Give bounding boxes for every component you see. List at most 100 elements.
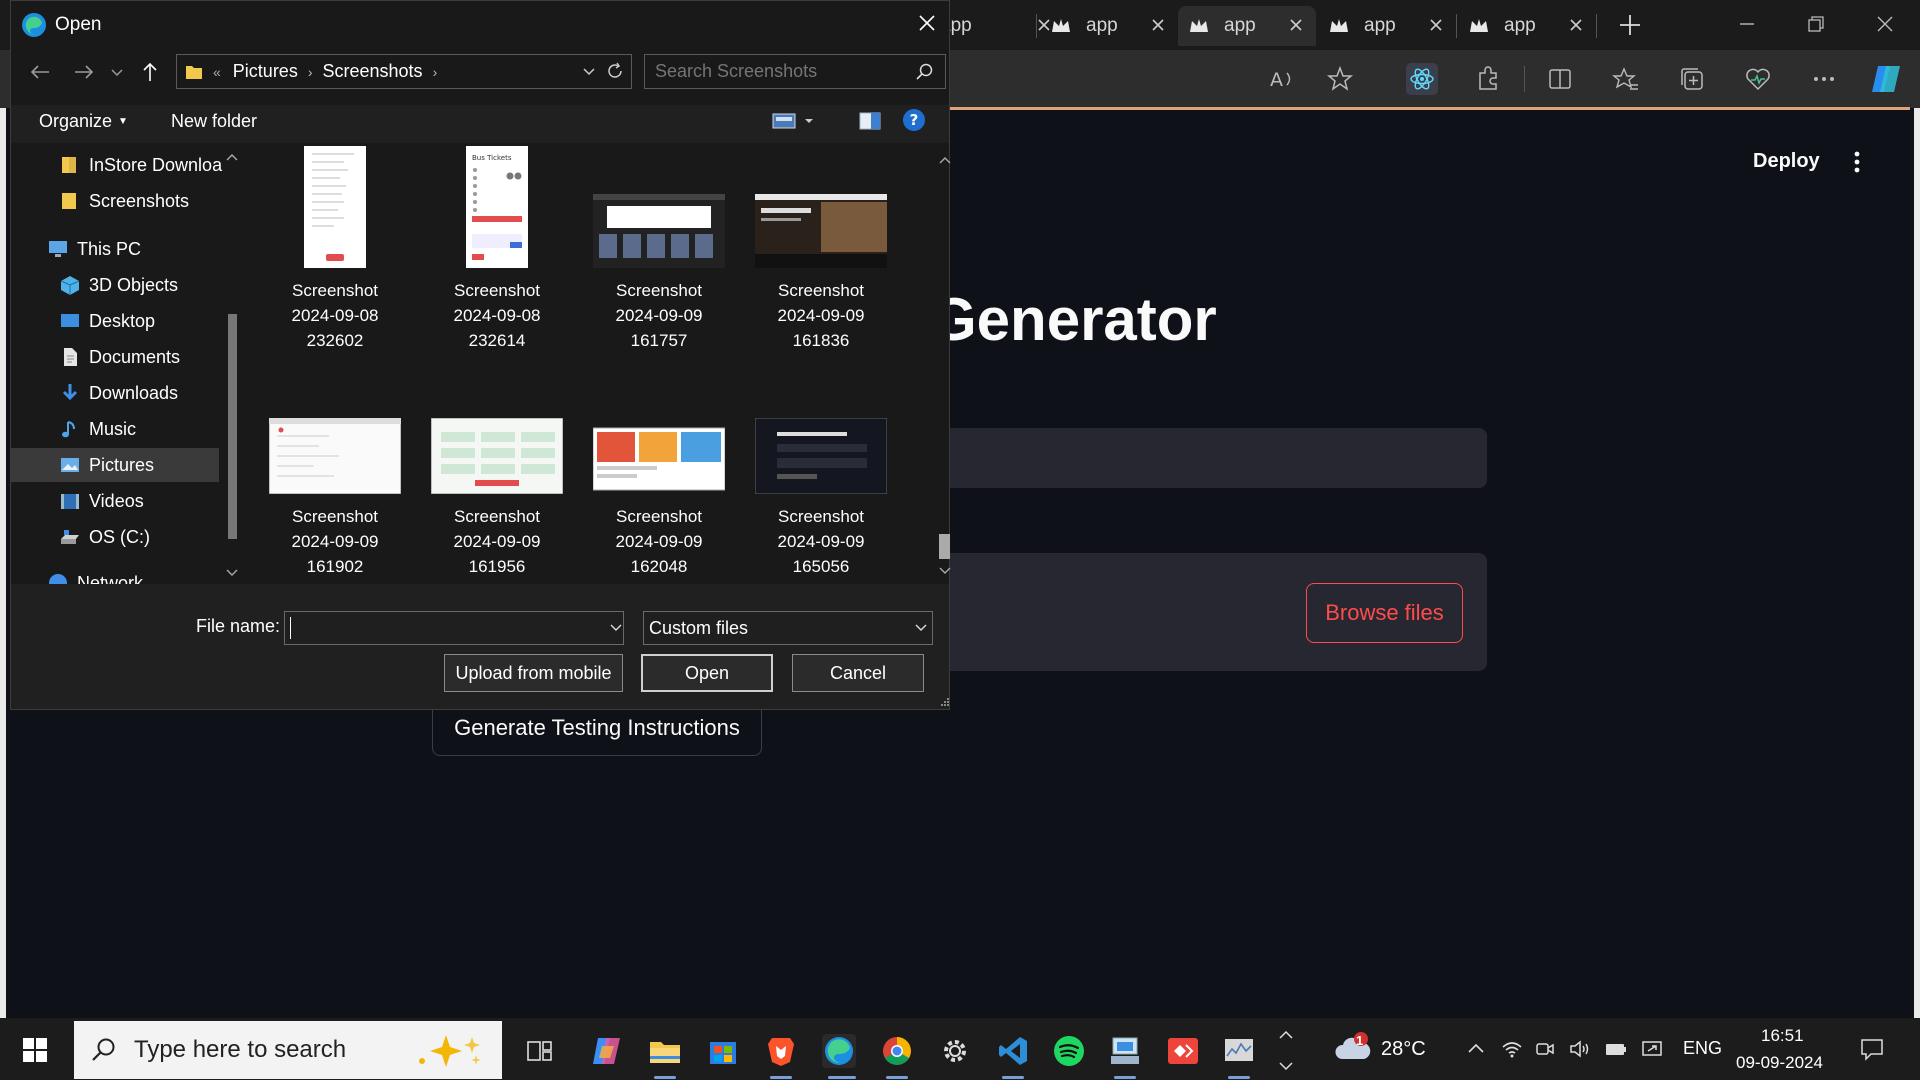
restore-icon[interactable] <box>1804 12 1828 36</box>
resize-grip-icon[interactable] <box>940 697 950 707</box>
edge-browser-icon[interactable] <box>822 1034 856 1068</box>
nav-item-documents[interactable]: Documents <box>59 340 180 374</box>
search-icon[interactable] <box>914 62 934 82</box>
search-input[interactable] <box>644 54 946 89</box>
clock-date[interactable]: 09-09-2024 <box>1736 1053 1823 1073</box>
nav-item-this-pc[interactable]: This PC <box>47 232 141 266</box>
refresh-icon[interactable] <box>605 61 625 81</box>
volume-icon[interactable] <box>1568 1037 1592 1061</box>
up-arrow-icon[interactable] <box>137 59 163 85</box>
spotify-icon[interactable] <box>1052 1034 1086 1068</box>
nav-item-3d-objects[interactable]: 3D Objects <box>59 268 178 302</box>
cancel-button[interactable]: Cancel <box>792 654 924 692</box>
nav-item-network[interactable]: Network <box>47 566 143 584</box>
help-icon[interactable]: ? <box>902 108 926 132</box>
chevron-down-icon[interactable] <box>609 621 623 635</box>
dialog-close-icon[interactable] <box>915 11 939 35</box>
read-aloud-icon[interactable]: A <box>1268 65 1296 93</box>
remote-desktop-icon[interactable] <box>1108 1034 1142 1068</box>
chevron-right-icon[interactable]: › <box>433 64 438 80</box>
settings-gear-icon[interactable] <box>938 1034 972 1068</box>
chevron-up-icon[interactable] <box>1276 1025 1296 1045</box>
browse-files-button[interactable]: Browse files <box>1306 583 1463 643</box>
tab-close-icon[interactable] <box>1286 15 1306 35</box>
browser-tab[interactable]: app <box>1040 6 1178 46</box>
collections-icon[interactable] <box>1678 65 1706 93</box>
weather-cloud-icon[interactable] <box>1334 1031 1372 1065</box>
file-type-filter[interactable]: Custom files <box>643 611 933 645</box>
address-breadcrumb[interactable]: « Pictures › Screenshots › <box>176 54 632 89</box>
microsoft-store-icon[interactable] <box>706 1034 740 1068</box>
meet-now-icon[interactable] <box>1533 1037 1557 1061</box>
input-language[interactable]: ENG <box>1683 1038 1722 1059</box>
taskbar-search[interactable]: Type here to search <box>74 1021 502 1079</box>
file-item[interactable]: Screenshot 2024-09-09 161757 <box>578 146 740 353</box>
scroll-up-icon[interactable] <box>938 153 952 167</box>
favorites-icon[interactable] <box>1612 65 1640 93</box>
nav-item-screenshots[interactable]: Screenshots <box>59 184 189 218</box>
file-scrollbar-thumb[interactable] <box>939 534 950 559</box>
nav-item-instore-downloads[interactable]: InStore Downloa <box>59 148 222 182</box>
breadcrumb-screenshots[interactable]: Screenshots <box>323 61 423 82</box>
extensions-icon[interactable] <box>1474 65 1502 93</box>
main-menu-icon[interactable] <box>1845 148 1869 176</box>
file-name-input[interactable] <box>284 611 624 645</box>
file-item[interactable]: Screenshot 2024-09-09 162048 <box>578 418 740 579</box>
weather-temperature[interactable]: 28°C <box>1381 1038 1426 1061</box>
brave-browser-icon[interactable] <box>764 1034 798 1068</box>
windows-start-icon[interactable] <box>22 1037 48 1063</box>
file-item[interactable]: Screenshot 2024-09-09 165056 <box>740 418 902 579</box>
change-view-icon[interactable] <box>771 109 819 133</box>
upload-from-mobile-button[interactable]: Upload from mobile <box>444 654 623 692</box>
nav-item-videos[interactable]: Videos <box>59 484 144 518</box>
tab-close-icon[interactable] <box>1566 15 1586 35</box>
nav-item-os-drive[interactable]: OS (C:) <box>59 520 150 554</box>
chevron-down-icon[interactable] <box>1276 1056 1296 1076</box>
new-tab-icon[interactable] <box>1615 10 1645 40</box>
file-explorer-icon[interactable] <box>648 1034 682 1068</box>
minimize-icon[interactable] <box>1735 12 1759 36</box>
remote-connection-icon[interactable] <box>1640 1037 1664 1061</box>
browser-tab[interactable]: app <box>1318 6 1456 46</box>
vscode-icon[interactable] <box>996 1034 1030 1068</box>
react-devtools-icon[interactable] <box>1406 63 1438 95</box>
chevron-down-icon[interactable] <box>581 63 597 79</box>
organize-menu[interactable]: Organize ▼ <box>39 111 128 132</box>
tab-close-icon[interactable] <box>1148 15 1168 35</box>
preview-pane-icon[interactable] <box>858 109 882 133</box>
task-view-icon[interactable] <box>524 1034 558 1068</box>
browser-essentials-icon[interactable] <box>1744 65 1772 93</box>
chrome-browser-icon[interactable] <box>880 1034 914 1068</box>
nav-item-pictures[interactable]: Pictures <box>11 448 219 482</box>
split-screen-icon[interactable] <box>1546 65 1574 93</box>
tab-close-icon[interactable] <box>1426 15 1446 35</box>
breadcrumb-pictures[interactable]: Pictures <box>233 61 298 82</box>
chevron-right-icon[interactable]: › <box>308 64 313 80</box>
window-close-icon[interactable] <box>1873 12 1897 36</box>
forward-arrow-icon[interactable] <box>71 59 97 85</box>
chevron-down-icon[interactable] <box>914 621 928 635</box>
scroll-down-icon[interactable] <box>938 564 952 578</box>
new-folder-button[interactable]: New folder <box>171 111 257 132</box>
nav-item-music[interactable]: Music <box>59 412 136 446</box>
browser-tab-active[interactable]: app <box>1178 6 1316 46</box>
file-item[interactable]: Screenshot 2024-09-09 161956 <box>416 418 578 579</box>
nav-scrollbar-thumb[interactable] <box>228 314 237 539</box>
browser-tab[interactable]: app <box>1458 6 1596 46</box>
anydesk-icon[interactable] <box>1166 1034 1200 1068</box>
wifi-icon[interactable] <box>1500 1037 1524 1061</box>
open-button[interactable]: Open <box>641 654 773 692</box>
nav-item-desktop[interactable]: Desktop <box>59 304 155 338</box>
show-hidden-icons-icon[interactable] <box>1464 1037 1488 1061</box>
file-item[interactable]: Screenshot 2024-09-08 232602 <box>254 146 416 353</box>
more-options-icon[interactable] <box>1810 65 1838 93</box>
back-arrow-icon[interactable] <box>27 59 53 85</box>
recent-locations-icon[interactable] <box>107 59 127 85</box>
nav-item-downloads[interactable]: Downloads <box>59 376 178 410</box>
file-item[interactable]: Screenshot 2024-09-09 161902 <box>254 418 416 579</box>
notifications-icon[interactable] <box>1858 1035 1886 1063</box>
copilot-icon[interactable] <box>1868 62 1904 96</box>
file-item[interactable]: Bus Tickets Screenshot 2024-09-08 232614 <box>416 146 578 353</box>
resource-monitor-icon[interactable] <box>1222 1034 1256 1068</box>
deploy-button[interactable]: Deploy <box>1753 150 1820 173</box>
